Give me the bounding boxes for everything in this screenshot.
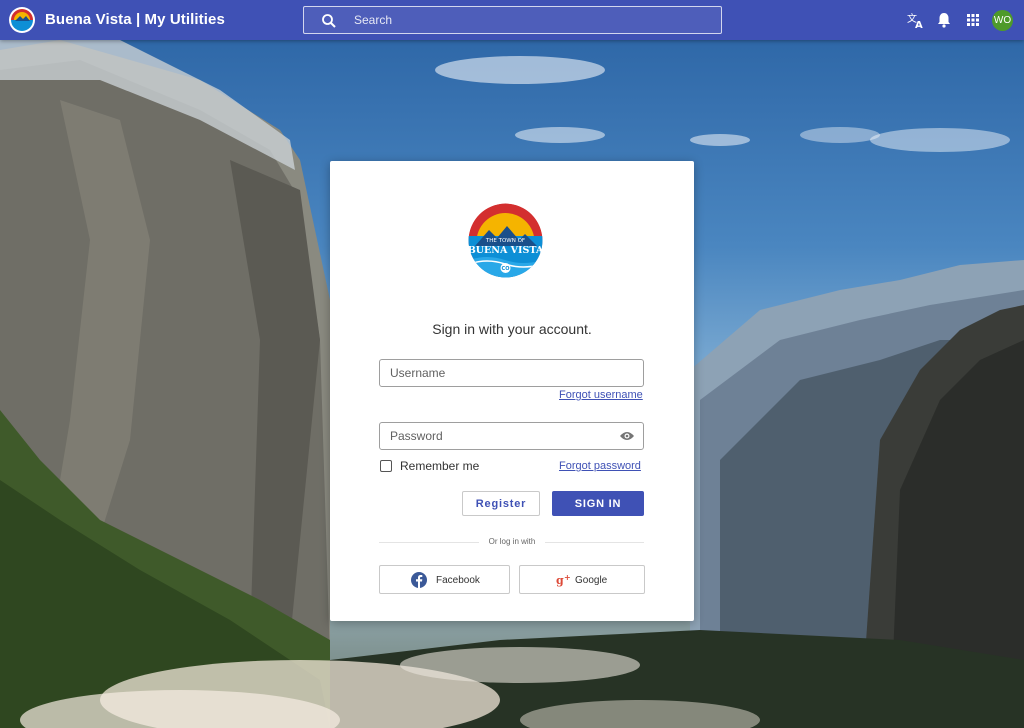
forgot-password-link[interactable]: Forgot password	[559, 460, 641, 472]
password-field[interactable]	[379, 422, 644, 450]
sign-in-button[interactable]: SIGN IN	[552, 491, 644, 516]
bell-icon[interactable]	[935, 11, 953, 29]
signin-heading: Sign in with your account.	[432, 321, 592, 337]
app-title[interactable]: Buena Vista | My Utilities	[45, 11, 225, 28]
svg-text:THE TOWN OF: THE TOWN OF	[485, 238, 525, 244]
svg-text:g: g	[556, 574, 564, 587]
facebook-icon	[411, 572, 427, 588]
remember-me-checkbox[interactable]	[380, 460, 392, 472]
facebook-label: Facebook	[436, 575, 480, 586]
search-icon[interactable]	[321, 13, 337, 29]
svg-text:A: A	[915, 20, 923, 29]
forgot-username-link[interactable]: Forgot username	[559, 389, 643, 401]
search-input[interactable]	[354, 7, 714, 33]
remember-me-label[interactable]: Remember me	[400, 459, 479, 473]
user-avatar[interactable]: WO	[992, 10, 1013, 31]
facebook-login-button[interactable]: Facebook	[379, 565, 510, 594]
translate-icon[interactable]: 文 A	[907, 11, 925, 29]
register-button[interactable]: Register	[462, 491, 540, 516]
google-label: Google	[575, 575, 608, 586]
top-app-bar: Buena Vista | My Utilities 文 A WO	[0, 0, 1024, 40]
svg-text:BUENA VISTA: BUENA VISTA	[468, 245, 544, 256]
username-input[interactable]	[390, 360, 610, 386]
buena-vista-logo-icon[interactable]	[9, 7, 35, 33]
svg-text:+: +	[564, 573, 571, 582]
username-field[interactable]	[379, 359, 644, 387]
google-login-button[interactable]: g + Google	[519, 565, 645, 594]
divider-line-right	[545, 542, 644, 543]
eye-icon[interactable]	[619, 430, 635, 442]
svg-text:CO: CO	[502, 266, 510, 272]
apps-grid-icon[interactable]	[964, 11, 982, 29]
search-bar[interactable]	[303, 6, 722, 34]
login-card: THE TOWN OF BUENA VISTA CO Sign in with …	[330, 161, 694, 621]
google-plus-icon: g +	[556, 573, 571, 587]
buena-vista-seal-logo: THE TOWN OF BUENA VISTA CO	[468, 203, 544, 278]
password-input[interactable]	[390, 423, 610, 449]
